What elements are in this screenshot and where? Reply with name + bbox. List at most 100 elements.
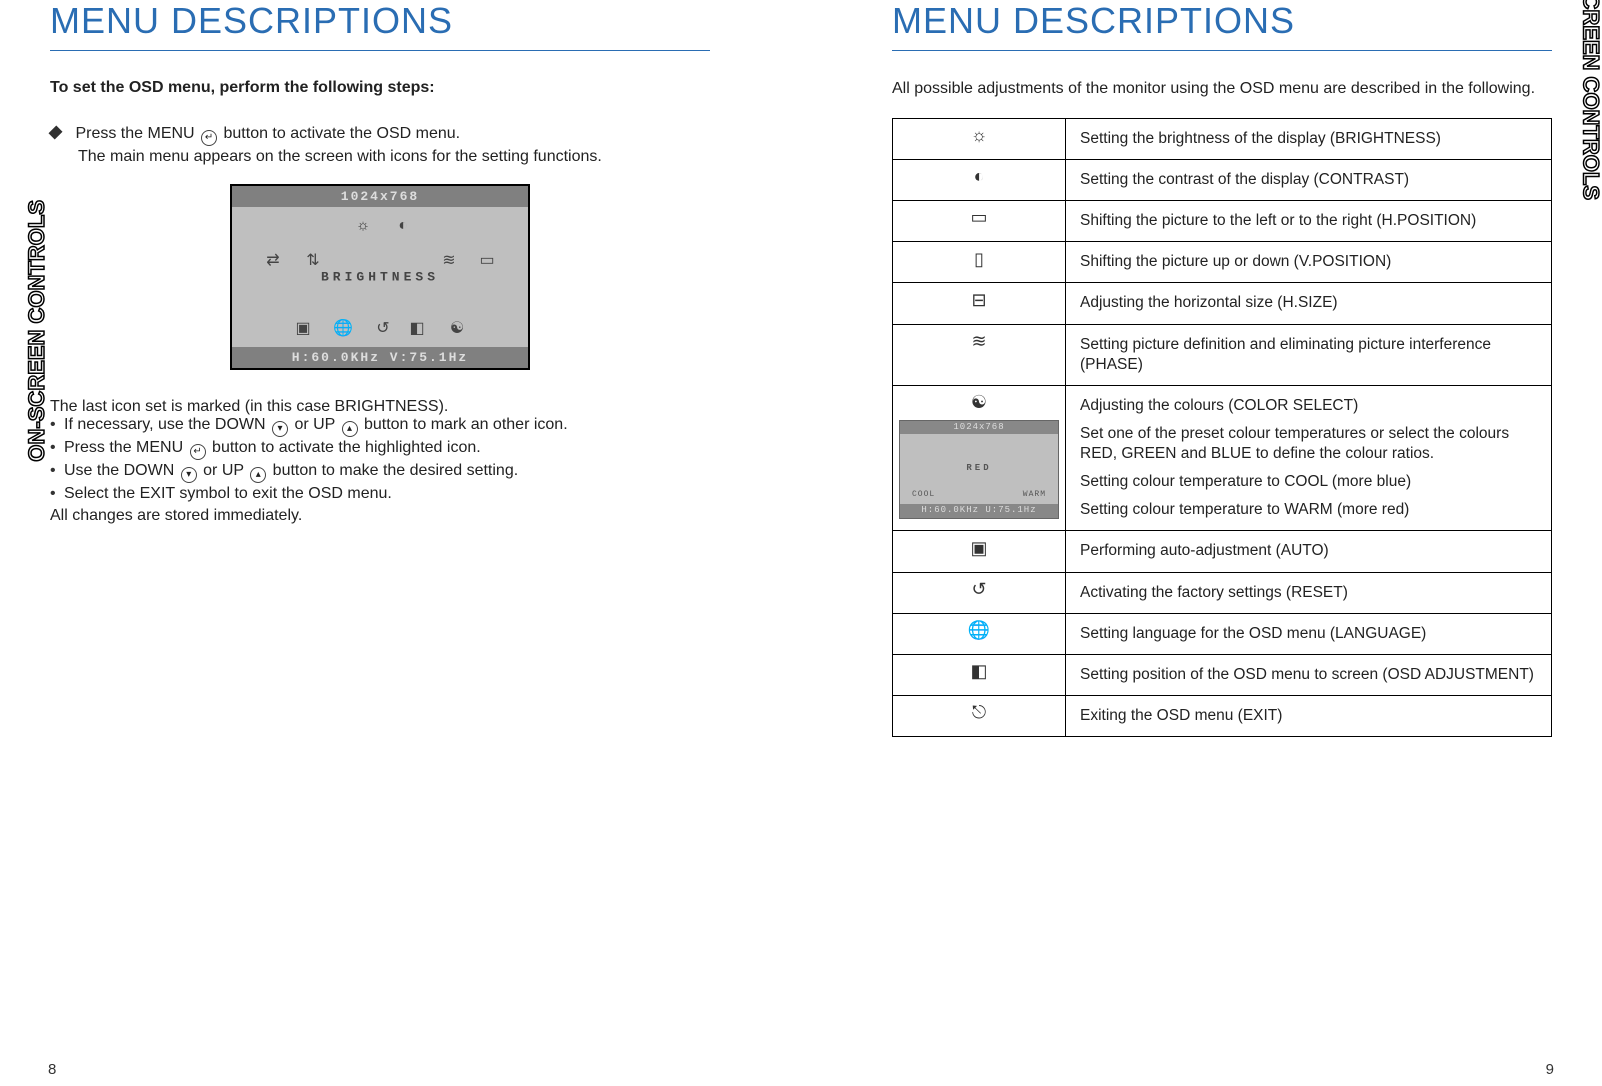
table-row: ≋ Setting picture definition and elimina…: [893, 324, 1552, 385]
table-row: ☯ 1024x768 RED COOL WARM H:60.0KHz U:75.…: [893, 385, 1552, 531]
bullet-3: Use the DOWN ▾ or UP ▴ button to make th…: [50, 462, 710, 481]
page-number-right: 9: [1546, 1061, 1554, 1078]
row-color-p2: Setting colour temperature to COOL (more…: [1080, 472, 1537, 492]
step1: Press the MENU ↵ button to activate the …: [50, 125, 710, 144]
down-icon: ▾: [272, 421, 288, 437]
osd-screenshot: 1024x768 BRIGHTNESS ☼ ◐ ⇄ ⇅ ▭ ≋ ▣ 🌐 ☯ ◧ …: [230, 184, 530, 370]
heading-right: MENU DESCRIPTIONS: [892, 0, 1552, 42]
description-table: ☼ Setting the brightness of the display …: [892, 118, 1552, 737]
menu-enter-icon-2: ↵: [190, 444, 206, 460]
up-icon-2: ▴: [250, 467, 266, 483]
osd-osdadj-icon: ◧: [406, 317, 428, 339]
b3b: or UP: [203, 462, 244, 479]
osd-auto-icon: ▣: [292, 317, 314, 339]
row-color: Adjusting the colours (COLOR SELECT) Set…: [1066, 385, 1552, 531]
heading-left: MENU DESCRIPTIONS: [50, 0, 710, 42]
mini-osd-cool: COOL: [912, 490, 935, 500]
b3c: button to make the desired setting.: [273, 462, 518, 479]
row-color-title: Adjusting the colours (COLOR SELECT): [1080, 396, 1537, 416]
osd-hpos-icon: ⇄: [262, 249, 284, 271]
row-auto: Performing auto-adjustment (AUTO): [1066, 531, 1552, 572]
diamond-bullet-icon: [48, 125, 62, 139]
page-number-left: 8: [48, 1061, 56, 1078]
mini-osd-bottom: H:60.0KHz U:75.1Hz: [900, 504, 1058, 518]
osd-body: BRIGHTNESS ☼ ◐ ⇄ ⇅ ▭ ≋ ▣ 🌐 ☯ ◧ ↺: [232, 207, 528, 347]
up-icon: ▴: [342, 421, 358, 437]
heading-rule-left: [50, 50, 710, 51]
after-shot-text: The last icon set is marked (in this cas…: [50, 398, 710, 416]
osd-brightness-icon: ☼: [352, 215, 374, 237]
table-row: ◐ Setting the contrast of the display (C…: [893, 159, 1552, 200]
b1c: button to mark an other icon.: [364, 416, 568, 433]
osd-phase-icon: ≋: [438, 249, 460, 271]
row-hpos: Shifting the picture to the left or to t…: [1066, 201, 1552, 242]
bullet-4: Select the EXIT symbol to exit the OSD m…: [50, 485, 710, 503]
mini-osd-top: 1024x768: [900, 421, 1058, 435]
lead-bold: To set the OSD menu, perform the followi…: [50, 79, 710, 97]
table-row: ◧ Setting position of the OSD menu to sc…: [893, 654, 1552, 695]
row-hsize: Adjusting the horizontal size (H.SIZE): [1066, 283, 1552, 324]
step1-text-b: button to activate the OSD menu.: [224, 125, 461, 142]
heading-rule-right: [892, 50, 1552, 51]
vposition-icon: ▯: [966, 248, 992, 270]
phase-icon: ≋: [966, 331, 992, 353]
page-left: MENU DESCRIPTIONS To set the OSD menu, p…: [30, 0, 730, 525]
table-row: ☼ Setting the brightness of the display …: [893, 118, 1552, 159]
hsize-icon: ⊟: [966, 289, 992, 311]
table-row: ⊟ Adjusting the horizontal size (H.SIZE): [893, 283, 1552, 324]
down-icon-2: ▾: [181, 467, 197, 483]
row-osdadjust: Setting position of the OSD menu to scre…: [1066, 654, 1552, 695]
b2a: Press the MENU: [64, 439, 183, 456]
table-row: ⎋ Exiting the OSD menu (EXIT): [893, 696, 1552, 737]
page-right: MENU DESCRIPTIONS All possible adjustmen…: [872, 0, 1572, 737]
osd-reset-icon: ↺: [372, 317, 394, 339]
menu-enter-icon: ↵: [201, 130, 217, 146]
table-row: ↺ Activating the factory settings (RESET…: [893, 572, 1552, 613]
row-color-p1: Set one of the preset colour temperature…: [1080, 424, 1537, 464]
reset-icon: ↺: [966, 579, 992, 601]
row-language: Setting language for the OSD menu (LANGU…: [1066, 613, 1552, 654]
b1a: If necessary, use the DOWN: [64, 416, 266, 433]
table-row: ▣ Performing auto-adjustment (AUTO): [893, 531, 1552, 572]
row-brightness: Setting the brightness of the display (B…: [1066, 118, 1552, 159]
b3a: Use the DOWN: [64, 462, 174, 479]
bullet-list: If necessary, use the DOWN ▾ or UP ▴ but…: [50, 416, 710, 503]
osd-frequencies: H:60.0KHz V:75.1Hz: [232, 347, 528, 368]
osd-contrast-icon: ◐: [392, 215, 414, 237]
contrast-icon: ◐: [966, 166, 992, 188]
osd-adjust-icon: ◧: [966, 661, 992, 683]
intro-right: All possible adjustments of the monitor …: [892, 79, 1552, 100]
brightness-icon: ☼: [966, 125, 992, 147]
table-row: 🌐 Setting language for the OSD menu (LAN…: [893, 613, 1552, 654]
b1b: or UP: [294, 416, 335, 433]
exit-icon: ⎋: [966, 702, 992, 724]
table-row: ▯ Shifting the picture up or down (V.POS…: [893, 242, 1552, 283]
osd-language-icon: 🌐: [332, 317, 354, 339]
mini-osd-center: RED: [966, 464, 991, 476]
row-color-p3: Setting colour temperature to WARM (more…: [1080, 500, 1537, 520]
hposition-icon: ▭: [966, 207, 992, 229]
osd-resolution: 1024x768: [232, 186, 528, 207]
row-exit: Exiting the OSD menu (EXIT): [1066, 696, 1552, 737]
mini-osd-body: RED COOL WARM: [900, 434, 1058, 504]
auto-icon: ▣: [966, 537, 992, 559]
row-contrast: Setting the contrast of the display (CON…: [1066, 159, 1552, 200]
bullet-1: If necessary, use the DOWN ▾ or UP ▴ but…: [50, 416, 710, 435]
step1-sub: The main menu appears on the screen with…: [78, 148, 710, 166]
color-select-icon: ☯: [966, 392, 992, 414]
row-reset: Activating the factory settings (RESET): [1066, 572, 1552, 613]
language-icon: 🌐: [966, 620, 992, 642]
step1-text-a: Press the MENU: [75, 125, 194, 142]
bullet-2: Press the MENU ↵ button to activate the …: [50, 439, 710, 458]
osd-vpos-icon: ⇅: [302, 249, 324, 271]
row-vpos: Shifting the picture up or down (V.POSIT…: [1066, 242, 1552, 283]
osd-color-icon: ☯: [446, 317, 468, 339]
mini-osd-screenshot: 1024x768 RED COOL WARM H:60.0KHz U:75.1H…: [899, 420, 1059, 519]
osd-hsize-icon: ▭: [476, 249, 498, 271]
b2b: button to activate the highlighted icon.: [212, 439, 481, 456]
table-row: ▭ Shifting the picture to the left or to…: [893, 201, 1552, 242]
side-tab-right: ON-SCREEN CONTROLS: [1578, 0, 1602, 200]
mini-osd-warm: WARM: [1023, 490, 1046, 500]
row-phase: Setting picture definition and eliminati…: [1066, 324, 1552, 385]
osd-center-label: BRIGHTNESS: [321, 270, 439, 285]
